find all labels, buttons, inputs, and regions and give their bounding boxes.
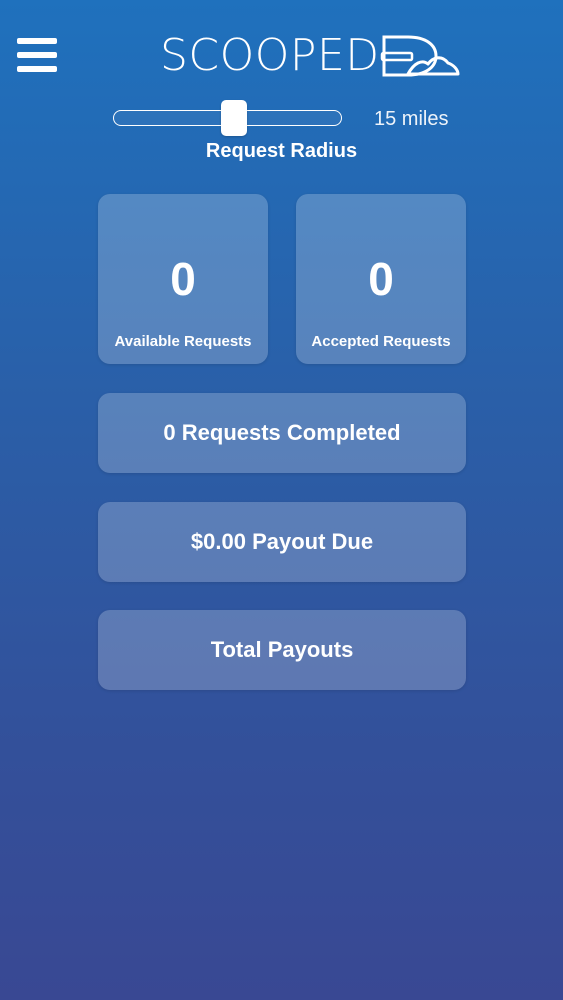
logo-text: SCOOPED [160,30,380,81]
scoop-shovel-icon [380,35,460,77]
available-requests-count: 0 [170,253,196,305]
radius-value: 15 miles [374,108,449,130]
total-payouts-button[interactable]: Total Payouts [98,610,466,690]
hamburger-menu-icon[interactable] [17,38,57,72]
requests-completed-button[interactable]: 0 Requests Completed [98,393,466,473]
requests-completed-label: 0 Requests Completed [163,420,401,445]
accepted-requests-count: 0 [368,253,394,305]
menu-bar-bottom [17,66,57,72]
payout-due-button[interactable]: $0.00 Payout Due [98,502,466,582]
slider-thumb[interactable] [221,100,247,136]
app-logo: SCOOPED [160,32,462,80]
menu-bar-top [17,38,57,44]
total-payouts-label: Total Payouts [210,637,354,662]
accepted-requests-label: Accepted Requests [311,333,451,350]
menu-bar-middle [17,52,57,58]
payout-due-label: $0.00 Payout Due [190,529,374,554]
available-requests-card[interactable]: 0 Available Requests [98,194,268,364]
radius-label: Request Radius [205,140,358,162]
request-radius-slider[interactable] [113,100,342,136]
available-requests-label: Available Requests [114,333,252,350]
accepted-requests-card[interactable]: 0 Accepted Requests [296,194,466,364]
